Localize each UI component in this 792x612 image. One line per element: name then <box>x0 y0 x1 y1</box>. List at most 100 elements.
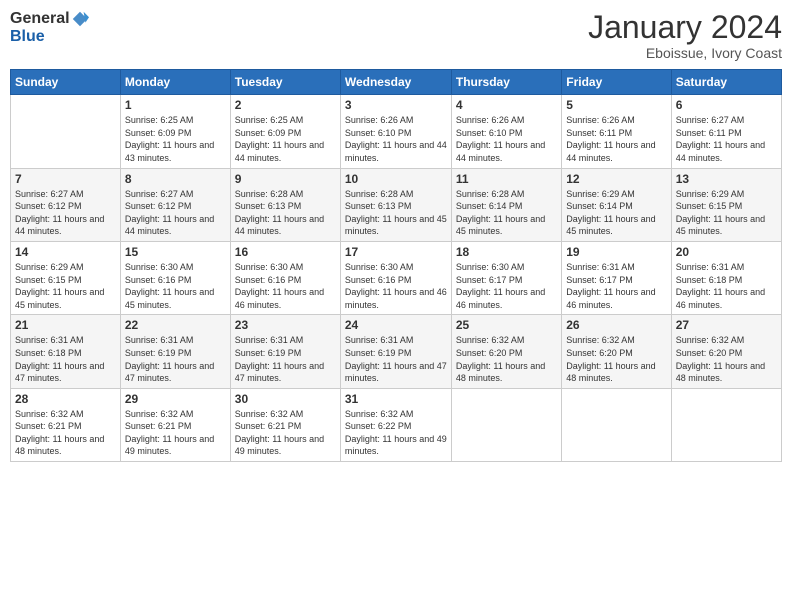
day-info: Sunrise: 6:32 AMSunset: 6:20 PMDaylight:… <box>676 334 777 384</box>
calendar-cell: 2 Sunrise: 6:25 AMSunset: 6:09 PMDaylight… <box>230 95 340 168</box>
day-info: Sunrise: 6:32 AMSunset: 6:20 PMDaylight:… <box>456 334 557 384</box>
day-number: 1 <box>125 98 226 112</box>
calendar-cell: 29Sunrise: 6:32 AMSunset: 6:21 PMDayligh… <box>120 388 230 461</box>
day-number: 15 <box>125 245 226 259</box>
day-number: 4 <box>456 98 557 112</box>
day-info: Sunrise: 6:30 AMSunset: 6:16 PMDaylight:… <box>235 261 336 311</box>
calendar-cell: 23 Sunrise: 6:31 AMSunset: 6:19 PMDayligh… <box>230 315 340 388</box>
day-number: 17 <box>345 245 447 259</box>
calendar-cell: 20 Sunrise: 6:31 AMSunset: 6:18 PMDayligh… <box>671 241 781 314</box>
calendar-cell: 31 Sunrise: 6:32 AMSunset: 6:22 PMDayligh… <box>340 388 451 461</box>
day-number: 12 <box>566 172 666 186</box>
day-number: 24 <box>345 318 447 332</box>
day-number: 3 <box>345 98 447 112</box>
calendar-cell: 6 Sunrise: 6:27 AMSunset: 6:11 PMDaylight… <box>671 95 781 168</box>
day-number: 19 <box>566 245 666 259</box>
day-info: Sunrise: 6:27 AMSunset: 6:12 PMDaylight:… <box>15 188 116 238</box>
calendar-cell: 16 Sunrise: 6:30 AMSunset: 6:16 PMDayligh… <box>230 241 340 314</box>
day-info: Sunrise: 6:32 AMSunset: 6:21 PMDaylight:… <box>235 408 336 458</box>
day-number: 23 <box>235 318 336 332</box>
calendar-cell: 1 Sunrise: 6:25 AMSunset: 6:09 PMDaylight… <box>120 95 230 168</box>
calendar-cell: 7 Sunrise: 6:27 AMSunset: 6:12 PMDaylight… <box>11 168 121 241</box>
day-info: Sunrise: 6:29 AMSunset: 6:15 PMDaylight:… <box>676 188 777 238</box>
day-number: 11 <box>456 172 557 186</box>
day-info: Sunrise: 6:25 AMSunset: 6:09 PMDaylight:… <box>125 114 226 164</box>
day-info: Sunrise: 6:26 AMSunset: 6:10 PMDaylight:… <box>345 114 447 164</box>
calendar-cell: 28Sunrise: 6:32 AMSunset: 6:21 PMDayligh… <box>11 388 121 461</box>
calendar-cell <box>451 388 561 461</box>
day-info: Sunrise: 6:30 AMSunset: 6:17 PMDaylight:… <box>456 261 557 311</box>
day-info: Sunrise: 6:32 AMSunset: 6:22 PMDaylight:… <box>345 408 447 458</box>
day-number: 22 <box>125 318 226 332</box>
day-info: Sunrise: 6:31 AMSunset: 6:18 PMDaylight:… <box>676 261 777 311</box>
calendar-header-saturday: Saturday <box>671 70 781 95</box>
calendar-header-friday: Friday <box>562 70 671 95</box>
day-info: Sunrise: 6:31 AMSunset: 6:19 PMDaylight:… <box>345 334 447 384</box>
day-number: 16 <box>235 245 336 259</box>
day-info: Sunrise: 6:26 AMSunset: 6:10 PMDaylight:… <box>456 114 557 164</box>
day-info: Sunrise: 6:31 AMSunset: 6:19 PMDaylight:… <box>235 334 336 384</box>
calendar-cell: 8Sunrise: 6:27 AMSunset: 6:12 PMDaylight… <box>120 168 230 241</box>
calendar-cell: 18Sunrise: 6:30 AMSunset: 6:17 PMDayligh… <box>451 241 561 314</box>
day-info: Sunrise: 6:31 AMSunset: 6:17 PMDaylight:… <box>566 261 666 311</box>
day-number: 13 <box>676 172 777 186</box>
day-number: 29 <box>125 392 226 406</box>
calendar-cell: 27 Sunrise: 6:32 AMSunset: 6:20 PMDayligh… <box>671 315 781 388</box>
day-number: 26 <box>566 318 666 332</box>
day-info: Sunrise: 6:25 AMSunset: 6:09 PMDaylight:… <box>235 114 336 164</box>
day-number: 27 <box>676 318 777 332</box>
header: General Blue January 2024 Eboissue, Ivor… <box>10 10 782 61</box>
calendar-table: SundayMondayTuesdayWednesdayThursdayFrid… <box>10 69 782 462</box>
calendar-cell: 26 Sunrise: 6:32 AMSunset: 6:20 PMDayligh… <box>562 315 671 388</box>
day-number: 2 <box>235 98 336 112</box>
calendar-cell: 30 Sunrise: 6:32 AMSunset: 6:21 PMDayligh… <box>230 388 340 461</box>
location: Eboissue, Ivory Coast <box>588 45 782 61</box>
calendar-header-tuesday: Tuesday <box>230 70 340 95</box>
day-info: Sunrise: 6:29 AMSunset: 6:14 PMDaylight:… <box>566 188 666 238</box>
day-info: Sunrise: 6:29 AMSunset: 6:15 PMDaylight:… <box>15 261 116 311</box>
calendar-cell: 21Sunrise: 6:31 AMSunset: 6:18 PMDayligh… <box>11 315 121 388</box>
calendar-cell: 4 Sunrise: 6:26 AMSunset: 6:10 PMDaylight… <box>451 95 561 168</box>
calendar-cell: 12 Sunrise: 6:29 AMSunset: 6:14 PMDayligh… <box>562 168 671 241</box>
calendar-cell <box>562 388 671 461</box>
calendar-cell <box>671 388 781 461</box>
day-info: Sunrise: 6:26 AMSunset: 6:11 PMDaylight:… <box>566 114 666 164</box>
calendar-cell: 3 Sunrise: 6:26 AMSunset: 6:10 PMDaylight… <box>340 95 451 168</box>
day-info: Sunrise: 6:32 AMSunset: 6:21 PMDaylight:… <box>15 408 116 458</box>
day-info: Sunrise: 6:30 AMSunset: 6:16 PMDaylight:… <box>345 261 447 311</box>
day-info: Sunrise: 6:30 AMSunset: 6:16 PMDaylight:… <box>125 261 226 311</box>
calendar-header-monday: Monday <box>120 70 230 95</box>
day-number: 5 <box>566 98 666 112</box>
day-number: 10 <box>345 172 447 186</box>
logo-blue-text: Blue <box>10 28 89 46</box>
day-info: Sunrise: 6:32 AMSunset: 6:20 PMDaylight:… <box>566 334 666 384</box>
day-number: 31 <box>345 392 447 406</box>
day-number: 14 <box>15 245 116 259</box>
calendar-cell: 22 Sunrise: 6:31 AMSunset: 6:19 PMDayligh… <box>120 315 230 388</box>
day-info: Sunrise: 6:27 AMSunset: 6:12 PMDaylight:… <box>125 188 226 238</box>
month-title: January 2024 <box>588 10 782 45</box>
logo: General Blue <box>10 10 89 46</box>
calendar-cell: 24 Sunrise: 6:31 AMSunset: 6:19 PMDayligh… <box>340 315 451 388</box>
day-number: 30 <box>235 392 336 406</box>
calendar-cell: 11Sunrise: 6:28 AMSunset: 6:14 PMDayligh… <box>451 168 561 241</box>
calendar-cell: 9Sunrise: 6:28 AMSunset: 6:13 PMDaylight… <box>230 168 340 241</box>
logo-general-text: General <box>10 10 70 28</box>
day-info: Sunrise: 6:27 AMSunset: 6:11 PMDaylight:… <box>676 114 777 164</box>
day-number: 25 <box>456 318 557 332</box>
calendar-cell <box>11 95 121 168</box>
title-block: January 2024 Eboissue, Ivory Coast <box>588 10 782 61</box>
calendar-header-sunday: Sunday <box>11 70 121 95</box>
day-info: Sunrise: 6:28 AMSunset: 6:13 PMDaylight:… <box>235 188 336 238</box>
day-info: Sunrise: 6:31 AMSunset: 6:19 PMDaylight:… <box>125 334 226 384</box>
calendar-cell: 5 Sunrise: 6:26 AMSunset: 6:11 PMDaylight… <box>562 95 671 168</box>
day-number: 20 <box>676 245 777 259</box>
day-number: 7 <box>15 172 116 186</box>
calendar-cell: 15 Sunrise: 6:30 AMSunset: 6:16 PMDayligh… <box>120 241 230 314</box>
calendar-cell: 25 Sunrise: 6:32 AMSunset: 6:20 PMDayligh… <box>451 315 561 388</box>
logo-icon <box>71 10 89 28</box>
day-number: 6 <box>676 98 777 112</box>
calendar-cell: 19 Sunrise: 6:31 AMSunset: 6:17 PMDayligh… <box>562 241 671 314</box>
day-info: Sunrise: 6:28 AMSunset: 6:13 PMDaylight:… <box>345 188 447 238</box>
calendar-header-thursday: Thursday <box>451 70 561 95</box>
